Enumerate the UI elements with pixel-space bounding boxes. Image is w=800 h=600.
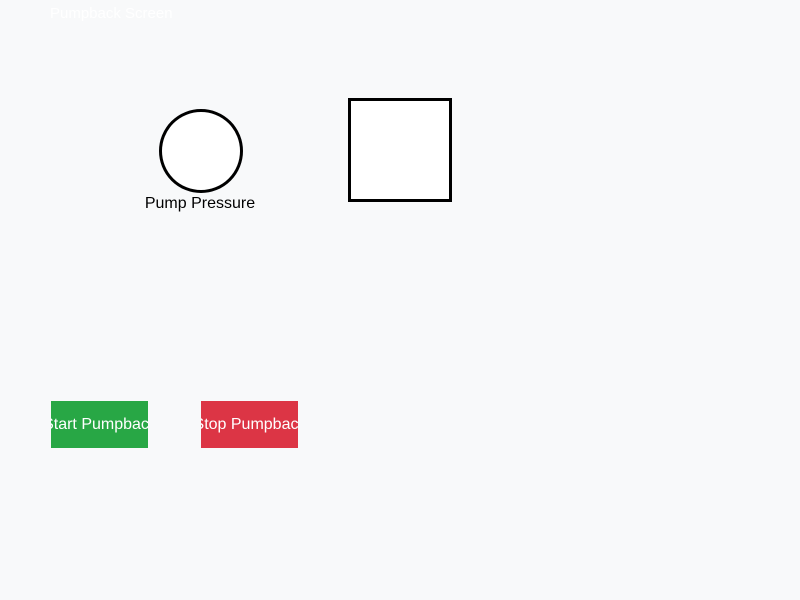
stop-pumpback-button[interactable]: Stop Pumpback xyxy=(201,401,298,448)
pump-pressure-label: Pump Pressure xyxy=(144,195,256,212)
start-pumpback-button[interactable]: Start Pumpback xyxy=(51,401,148,448)
pump-pressure-gauge xyxy=(159,109,243,193)
start-pumpback-label: Start Pumpback xyxy=(51,416,148,433)
tank-indicator xyxy=(348,98,452,202)
screen-title: Pumpback Screen xyxy=(50,5,173,22)
stop-pumpback-label: Stop Pumpback xyxy=(201,416,298,433)
